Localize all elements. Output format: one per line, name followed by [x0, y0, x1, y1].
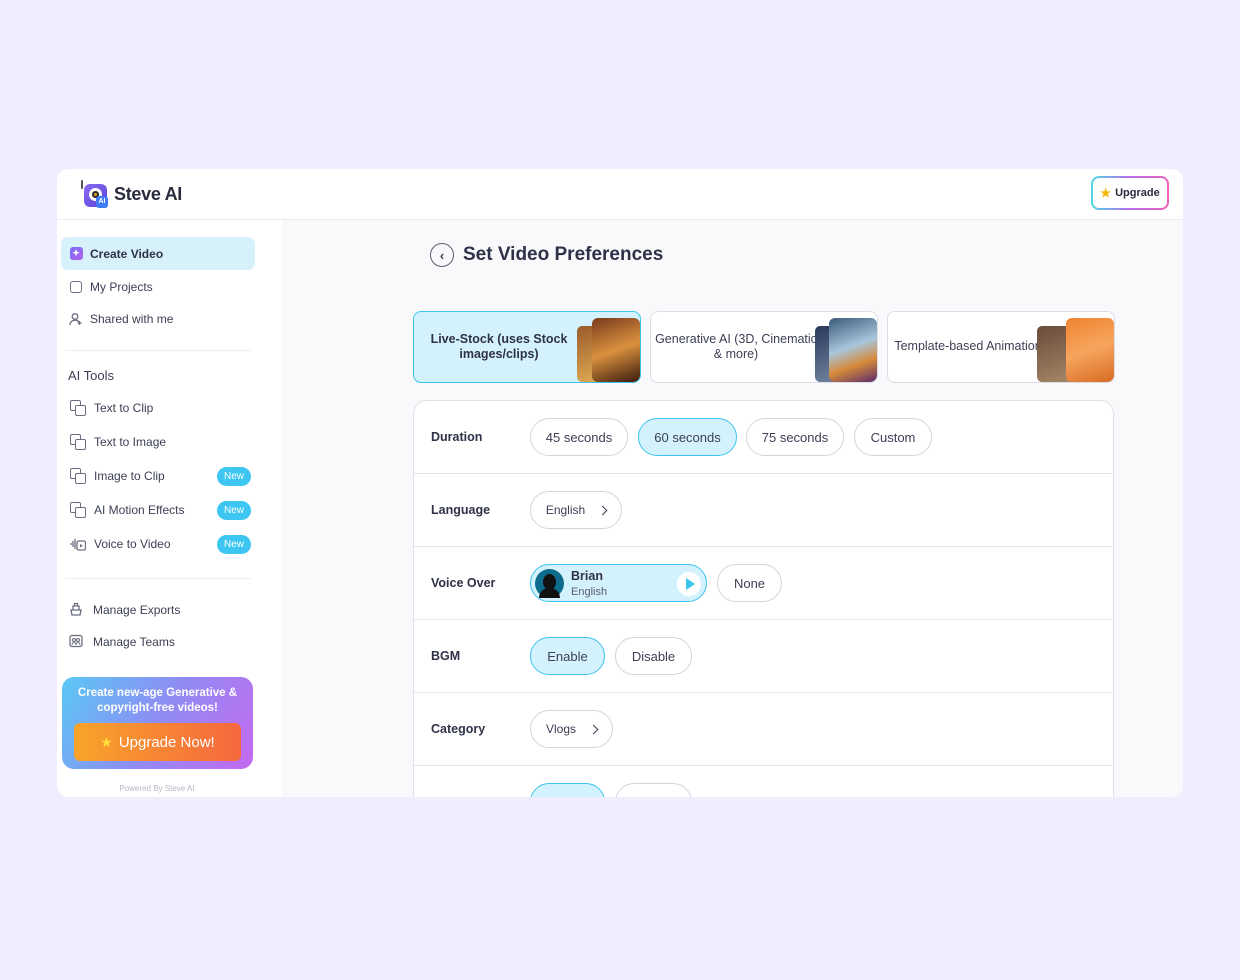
sidebar-item-manage-exports[interactable]: Manage Exports [64, 596, 250, 624]
sidebar: ✦ Create Video My Projects Shared with m… [57, 220, 282, 797]
sidebar-divider [65, 578, 251, 579]
page-title: Set Video Preferences [463, 244, 664, 265]
upgrade-button[interactable]: ★ Upgrade [1091, 176, 1169, 210]
play-icon [686, 578, 695, 590]
star-icon: ★ [1100, 186, 1112, 200]
tool-text-to-clip[interactable]: Text to Clip [65, 394, 251, 422]
video-type-generative-ai[interactable]: Generative AI (3D, Cinematic & more) [650, 311, 878, 383]
category-select[interactable]: Vlogs [530, 710, 613, 748]
category-value: Vlogs [545, 722, 577, 736]
tool-voice-to-video[interactable]: Voice to Video New [65, 530, 251, 558]
sidebar-item-label: Shared with me [90, 311, 174, 326]
upgrade-now-label: Upgrade Now! [118, 733, 215, 751]
voice-option-selected[interactable]: Brian English [530, 564, 707, 602]
tool-label: Text to Clip [94, 401, 154, 415]
tool-text-to-image[interactable]: Text to Image [65, 428, 251, 456]
next-row-option-2[interactable] [615, 783, 692, 797]
animation-thumbnail-image [1066, 318, 1114, 382]
logo-text: Steve AI [114, 183, 182, 204]
tool-ai-motion-effects[interactable]: AI Motion Effects New [65, 496, 251, 524]
tool-image-to-clip[interactable]: Image to Clip New [65, 462, 251, 490]
upgrade-promo-card: Create new-age Generative & copyright-fr… [62, 677, 253, 769]
new-badge: New [217, 467, 251, 486]
next-row-partial [414, 766, 1113, 797]
bgm-label: BGM [431, 649, 461, 663]
next-row-option-1[interactable] [530, 783, 605, 797]
new-badge: New [217, 535, 251, 554]
chevron-left-icon: ‹ [439, 247, 445, 263]
language-value: English [545, 503, 586, 517]
language-row: Language English [414, 474, 1113, 547]
bgm-disable[interactable]: Disable [615, 637, 692, 675]
sidebar-item-shared-with-me[interactable]: Shared with me [61, 302, 255, 335]
upgrade-label: Upgrade [1115, 187, 1160, 199]
generative-thumbnail-image [829, 318, 877, 382]
duration-option-custom[interactable]: Custom [854, 418, 932, 456]
category-row: Category Vlogs [414, 693, 1113, 766]
voice-option-none[interactable]: None [717, 564, 782, 602]
ai-tools-heading: AI Tools [68, 368, 115, 383]
bgm-enable[interactable]: Enable [530, 637, 605, 675]
duration-row: Duration 45 seconds 60 seconds 75 second… [414, 401, 1113, 474]
play-voice-button[interactable] [677, 572, 701, 596]
language-select[interactable]: English [530, 491, 622, 529]
bgm-row: BGM Enable Disable [414, 620, 1113, 693]
upgrade-now-button[interactable]: ★ Upgrade Now! [74, 723, 241, 761]
sidebar-item-create-video[interactable]: ✦ Create Video [61, 237, 255, 270]
main-content: ‹ Set Video Preferences Live-Stock (uses… [282, 220, 1183, 797]
tool-label: Manage Exports [93, 603, 181, 617]
voice-name: Brian [571, 569, 603, 583]
app-window: AI Steve AI ★ Upgrade ✦ Create Video My … [57, 169, 1183, 797]
exports-icon [69, 602, 85, 618]
tool-label: Text to Image [94, 435, 167, 449]
tool-label: AI Motion Effects [94, 503, 185, 517]
sidebar-item-my-projects[interactable]: My Projects [61, 270, 255, 303]
video-type-live-stock[interactable]: Live-Stock (uses Stock images/clips) [413, 311, 641, 383]
duration-option-75[interactable]: 75 seconds [746, 418, 844, 456]
teams-icon [69, 634, 85, 650]
voice-avatar [535, 569, 564, 598]
language-label: Language [431, 503, 491, 517]
star-icon: ★ [100, 733, 113, 750]
category-label: Category [431, 722, 486, 736]
chevron-right-icon [597, 505, 608, 516]
user-share-icon [69, 312, 83, 326]
steve-ai-logo[interactable]: AI Steve AI [80, 180, 182, 208]
text-to-image-icon [70, 434, 86, 450]
waveform-icon [70, 536, 87, 552]
sidebar-item-label: My Projects [90, 279, 153, 294]
sidebar-item-manage-teams[interactable]: Manage Teams [64, 628, 250, 656]
powered-by-text: Powered By Steve AI [119, 784, 195, 793]
video-type-label: Template-based Animation [894, 339, 1042, 354]
promo-text: Create new-age Generative & copyright-fr… [77, 687, 238, 714]
text-to-clip-icon [70, 400, 86, 416]
chevron-right-icon [588, 724, 599, 735]
tool-label: Image to Clip [94, 469, 165, 483]
stock-thumbnail-image [592, 318, 640, 382]
projects-icon [69, 280, 83, 294]
voice-over-row: Voice Over Brian English None [414, 547, 1113, 620]
video-type-label: Live-Stock (uses Stock images/clips) [430, 331, 568, 362]
logo-icon: AI [80, 180, 110, 208]
sparkle-icon: ✦ [69, 247, 83, 261]
video-type-label: Generative AI (3D, Cinematic & more) [655, 331, 817, 362]
top-header: AI Steve AI ★ Upgrade [57, 169, 1183, 220]
voice-language: English [571, 586, 608, 598]
duration-option-60[interactable]: 60 seconds [638, 418, 737, 456]
duration-label: Duration [431, 430, 483, 444]
voice-over-label: Voice Over [431, 576, 496, 590]
image-to-clip-icon [70, 468, 86, 484]
new-badge: New [217, 501, 251, 520]
back-button[interactable]: ‹ [430, 243, 454, 267]
motion-effects-icon [70, 502, 86, 518]
duration-option-45[interactable]: 45 seconds [530, 418, 628, 456]
sidebar-divider [65, 350, 251, 351]
video-type-template-animation[interactable]: Template-based Animation [887, 311, 1115, 383]
tool-label: Manage Teams [93, 635, 175, 649]
preferences-panel: Duration 45 seconds 60 seconds 75 second… [413, 400, 1114, 797]
tool-label: Voice to Video [94, 537, 171, 551]
sidebar-item-label: Create Video [90, 246, 164, 261]
